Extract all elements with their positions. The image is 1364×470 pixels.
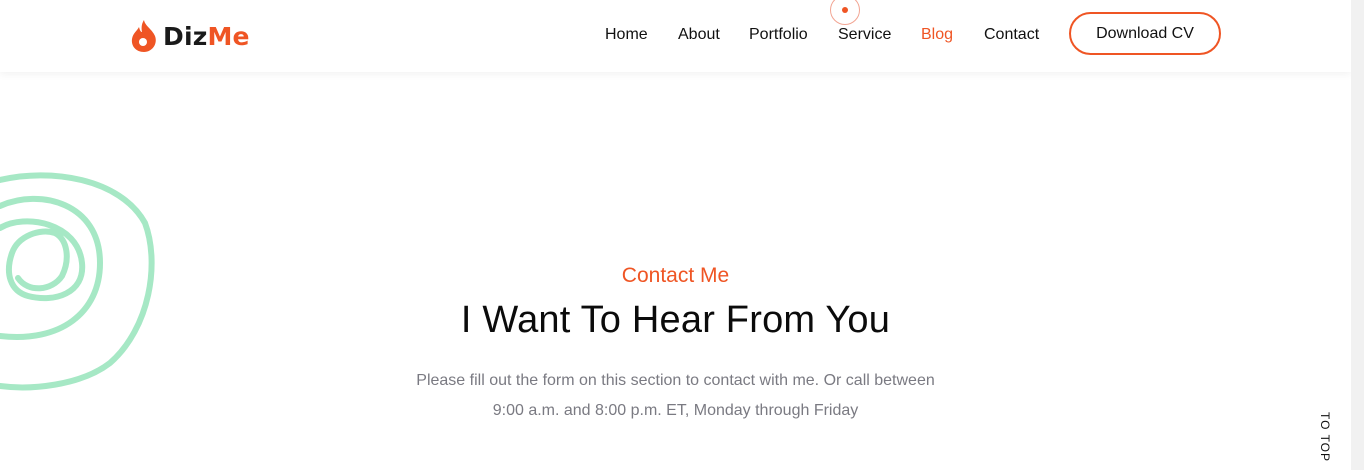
nav-contact[interactable]: Contact bbox=[984, 26, 1039, 44]
cursor-ring bbox=[830, 0, 860, 25]
nav-service[interactable]: Service bbox=[838, 26, 891, 44]
download-cv-button[interactable]: Download CV bbox=[1069, 12, 1221, 55]
nav-about[interactable]: About bbox=[678, 26, 720, 44]
nav-portfolio[interactable]: Portfolio bbox=[749, 26, 808, 44]
section-subtitle: Contact Me bbox=[621, 264, 730, 287]
section-description: Please fill out the form on this section… bbox=[0, 366, 1351, 426]
cursor-dot bbox=[842, 7, 848, 13]
section-title: I Want To Hear From You bbox=[460, 299, 891, 341]
nav-home[interactable]: Home bbox=[605, 26, 648, 44]
description-line-2: 9:00 a.m. and 8:00 p.m. ET, Monday throu… bbox=[492, 402, 859, 419]
to-top-button[interactable]: TO TOP bbox=[1318, 412, 1332, 462]
site-header: DizMe Home About Portfolio Service Blog … bbox=[0, 0, 1351, 72]
description-line-1: Please fill out the form on this section… bbox=[416, 372, 935, 389]
nav-blog[interactable]: Blog bbox=[921, 26, 953, 44]
scrollbar[interactable] bbox=[1351, 0, 1364, 470]
